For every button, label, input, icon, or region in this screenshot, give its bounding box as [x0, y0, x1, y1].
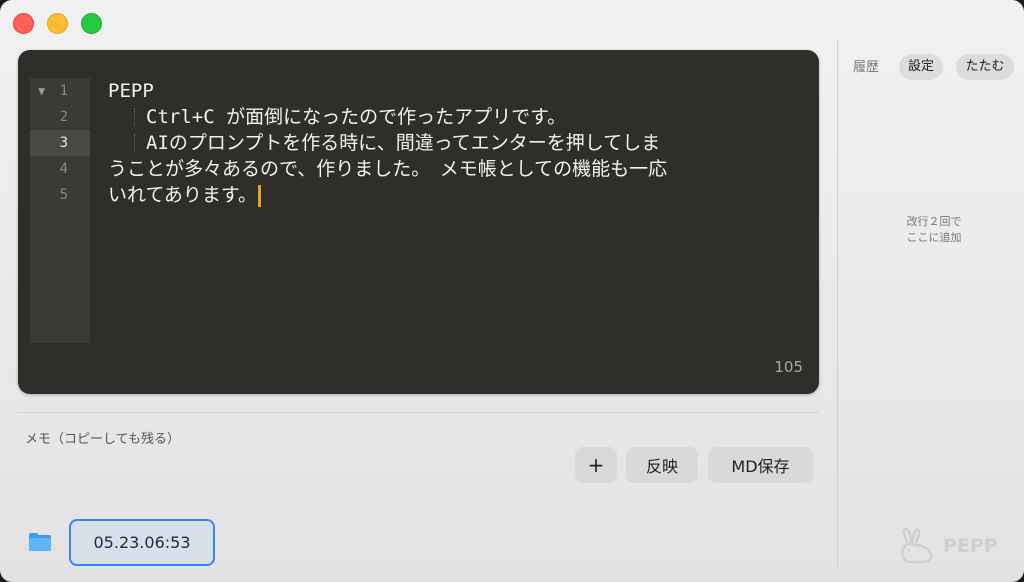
text-line: Ctrl+C が面倒になったので作ったアプリです。 — [108, 106, 567, 128]
app-window: ▼ 1 2 3 4 5 PEPP Ctrl+C が面倒になったので作ったアプリで… — [0, 0, 1024, 582]
line-number: ▼ 1 — [30, 78, 90, 104]
line-number: 4 — [59, 161, 68, 177]
sidebar-hint: 改行２回で ここに追加 — [860, 214, 1008, 246]
add-button[interactable]: + — [575, 447, 617, 483]
sidebar-divider — [837, 40, 838, 567]
zoom-button[interactable] — [81, 13, 102, 34]
close-button[interactable] — [13, 13, 34, 34]
logo-text: PEPP — [943, 535, 998, 557]
md-save-button[interactable]: MD保存 — [708, 447, 813, 483]
reflect-button[interactable]: 反映 — [626, 447, 698, 483]
line-number-active: 3 — [30, 130, 90, 156]
text-line: PEPP — [108, 80, 154, 102]
history-tab[interactable]: 履歴 — [853, 56, 879, 80]
indent-guide — [134, 134, 135, 152]
sidebar-hint-line: 改行２回で — [906, 215, 962, 228]
folder-icon[interactable] — [28, 532, 52, 552]
indent-guide — [134, 108, 135, 126]
sidebar-hint-line: ここに追加 — [906, 231, 962, 244]
character-count: 105 — [774, 358, 803, 376]
rabbit-icon — [901, 527, 933, 564]
text-line: いれてあります。 — [108, 182, 798, 208]
line-number: 5 — [59, 187, 68, 203]
code-text-area[interactable]: PEPP Ctrl+C が面倒になったので作ったアプリです。 AIのプロンプトを… — [108, 78, 798, 208]
line-number-gutter: ▼ 1 2 3 4 5 — [30, 78, 90, 343]
minimize-button[interactable] — [47, 13, 68, 34]
collapse-button[interactable]: たたむ — [956, 54, 1014, 80]
divider — [18, 412, 819, 413]
text-line: AIのプロンプトを作る時に、間違ってエンターを押してしま — [108, 132, 661, 154]
history-timestamp-chip[interactable]: 05.23.06:53 — [69, 519, 215, 566]
text-caret — [257, 184, 261, 207]
fold-arrow-icon[interactable]: ▼ — [38, 78, 45, 104]
text-editor[interactable]: ▼ 1 2 3 4 5 PEPP Ctrl+C が面倒になったので作ったアプリで… — [18, 50, 819, 394]
line-number: 2 — [59, 109, 68, 125]
memo-label: メモ（コピーしても残る） — [25, 432, 180, 447]
settings-button[interactable]: 設定 — [899, 54, 943, 80]
text-line: うことが多々あるので、作りました。 メモ帳としての機能も一応 — [108, 158, 668, 180]
app-logo: PEPP — [893, 526, 998, 566]
